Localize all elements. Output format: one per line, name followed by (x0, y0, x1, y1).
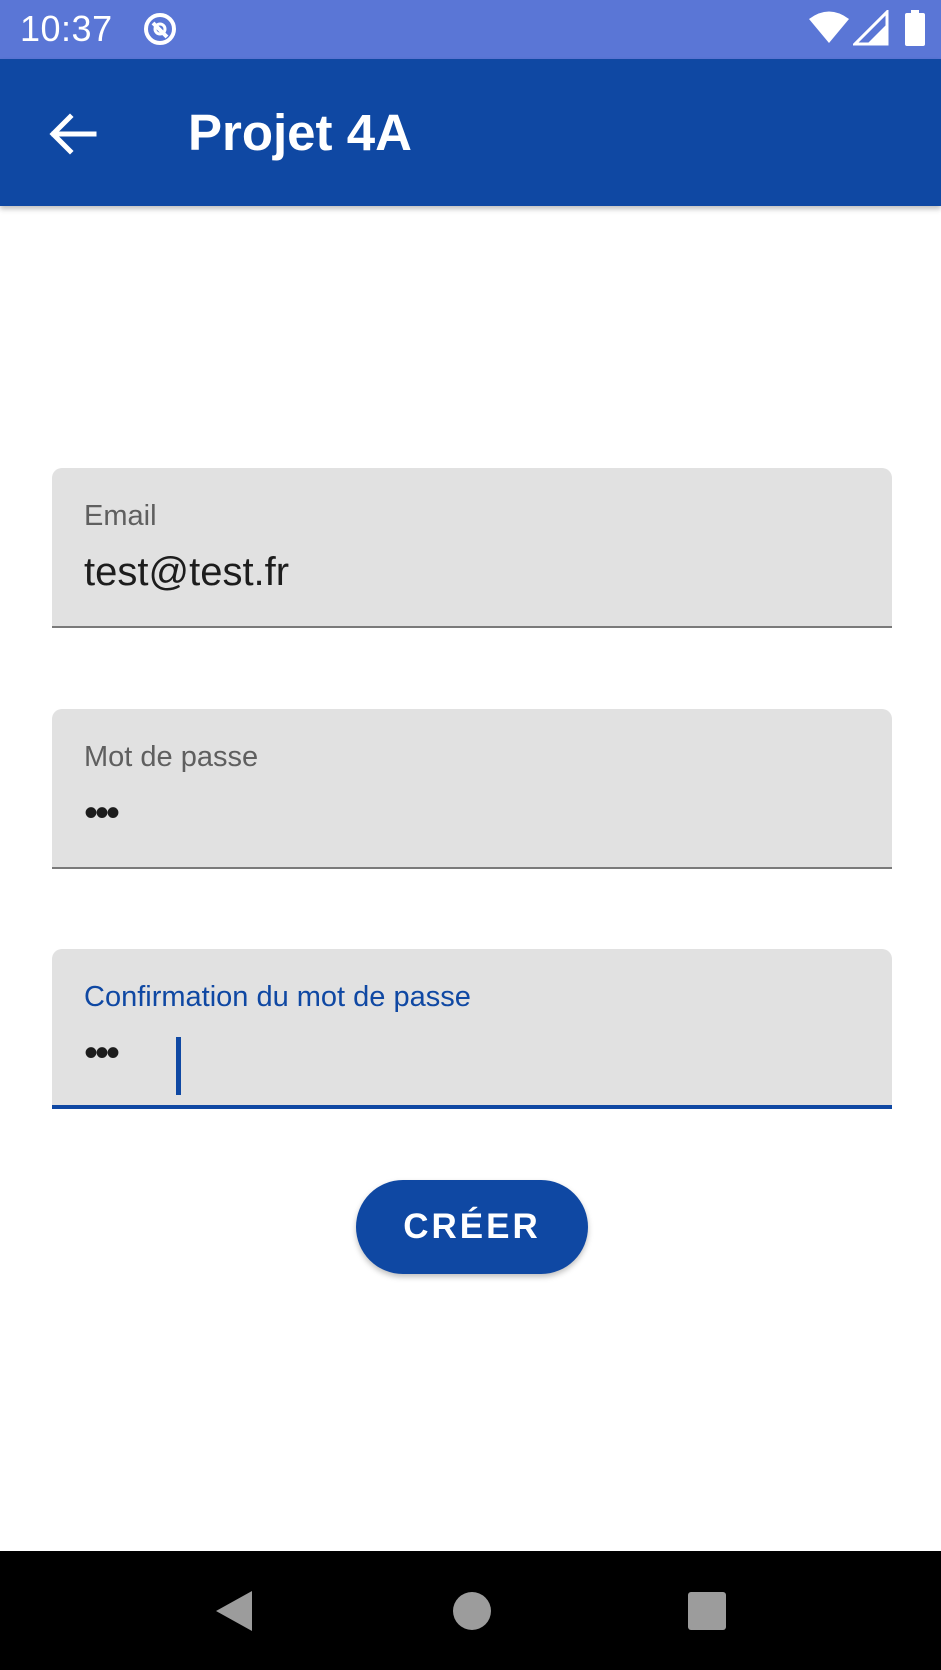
page-title: Projet 4A (188, 104, 412, 161)
confirm-password-field[interactable]: Confirmation du mot de passe ••• (52, 949, 892, 1109)
wifi-icon (808, 10, 850, 46)
password-label: Mot de passe (84, 741, 259, 773)
nav-back-icon[interactable] (212, 1589, 256, 1633)
arrow-back-icon (49, 113, 97, 155)
confirm-password-value: ••• (84, 1031, 120, 1075)
email-value: test@test.fr (84, 550, 290, 594)
battery-icon (904, 10, 926, 46)
back-button[interactable] (40, 101, 106, 167)
navigation-bar (0, 1551, 941, 1670)
password-field[interactable]: Mot de passe ••• (52, 709, 892, 869)
password-value: ••• (84, 791, 120, 835)
status-bar: 10:37 (0, 0, 941, 59)
nav-home-icon[interactable] (453, 1592, 491, 1630)
email-label: Email (84, 500, 157, 532)
nav-recents-icon[interactable] (688, 1592, 726, 1630)
create-button[interactable]: CRÉER (356, 1180, 588, 1274)
email-field[interactable]: Email test@test.fr (52, 468, 892, 628)
app-bar: Projet 4A (0, 59, 941, 206)
signal-icon (851, 8, 889, 46)
status-time: 10:37 (20, 8, 113, 49)
text-cursor (176, 1037, 181, 1095)
notification-icon (142, 11, 178, 47)
confirm-password-label: Confirmation du mot de passe (84, 981, 471, 1013)
